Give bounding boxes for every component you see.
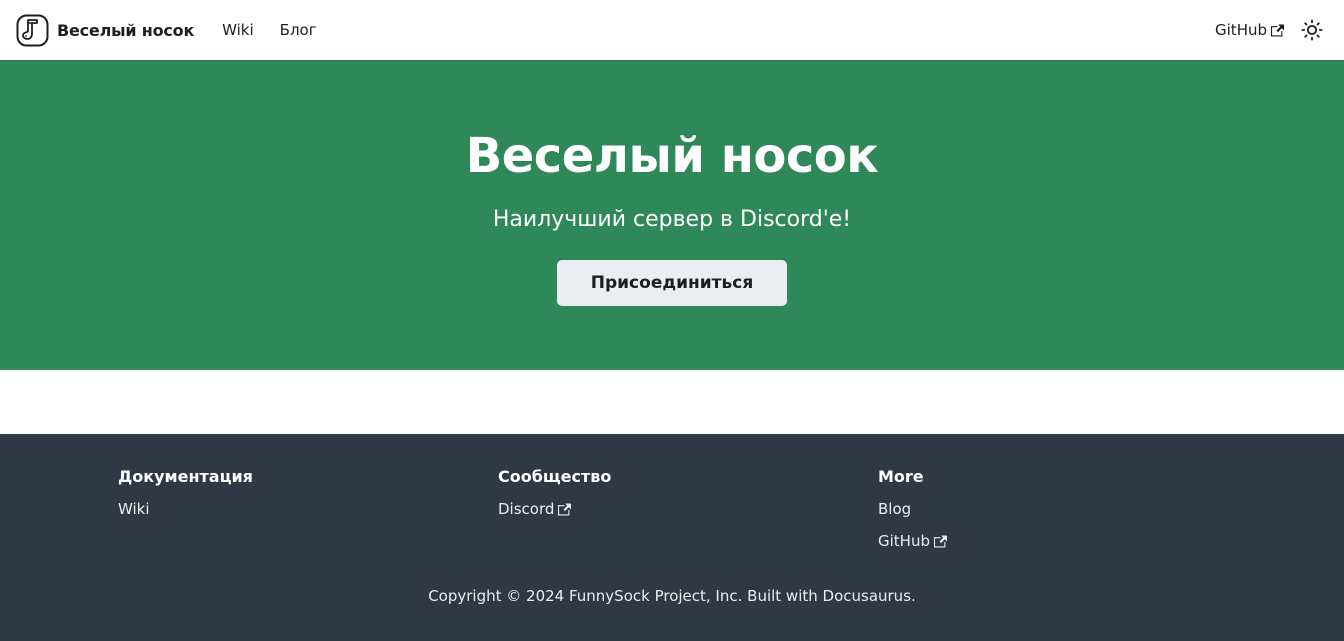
external-link-icon — [558, 503, 572, 515]
footer-column-more: More Blog GitHub — [878, 466, 1238, 562]
site-footer: Документация Wiki Сообщество Discord Mor… — [0, 434, 1344, 641]
theme-toggle-button[interactable] — [1296, 14, 1328, 46]
primary-nav: Wiki Блог — [222, 17, 316, 43]
footer-link-github[interactable]: GitHub — [878, 530, 947, 552]
brand-link[interactable]: Веселый носок — [16, 14, 194, 47]
secondary-nav: GitHub — [1215, 14, 1328, 46]
top-navbar: Веселый носок Wiki Блог GitHub — [0, 0, 1344, 60]
footer-column-title: More — [878, 467, 924, 486]
footer-column-title: Документация — [118, 467, 253, 486]
footer-list-item: Wiki — [118, 498, 478, 520]
footer-link-list: Blog GitHub — [878, 498, 1238, 552]
footer-link-list: Wiki — [118, 498, 478, 520]
nav-github-label: GitHub — [1215, 21, 1267, 39]
footer-link-label: Discord — [498, 500, 555, 518]
footer-copyright: Copyright © 2024 FunnySock Project, Inc.… — [428, 587, 916, 605]
footer-link-blog[interactable]: Blog — [878, 498, 911, 520]
brand-title: Веселый носок — [57, 20, 195, 40]
footer-column-title: Сообщество — [498, 467, 612, 486]
footer-list-item: Discord — [498, 498, 858, 520]
nav-link-github[interactable]: GitHub — [1215, 17, 1284, 43]
footer-link-list: Discord — [498, 498, 858, 520]
footer-list-item: GitHub — [878, 530, 1238, 552]
footer-link-wiki[interactable]: Wiki — [118, 498, 150, 520]
hero-banner: Веселый носок Наилучший сервер в Discord… — [0, 60, 1344, 370]
external-link-icon — [1271, 24, 1284, 36]
sun-icon — [1301, 19, 1323, 41]
sock-logo-icon — [16, 14, 49, 46]
footer-column-community: Сообщество Discord — [498, 466, 858, 530]
join-button[interactable]: Присоединиться — [557, 260, 787, 306]
hero-subtitle: Наилучший сервер в Discord'е! — [492, 207, 852, 232]
hero-title: Веселый носок — [465, 128, 879, 184]
footer-link-discord[interactable]: Discord — [498, 498, 572, 520]
footer-column-docs: Документация Wiki — [118, 466, 478, 530]
nav-link-wiki[interactable]: Wiki — [222, 17, 254, 43]
footer-list-item: Blog — [878, 498, 1238, 520]
footer-link-label: GitHub — [878, 532, 930, 550]
external-link-icon — [933, 535, 947, 547]
nav-link-blog[interactable]: Блог — [280, 17, 317, 43]
